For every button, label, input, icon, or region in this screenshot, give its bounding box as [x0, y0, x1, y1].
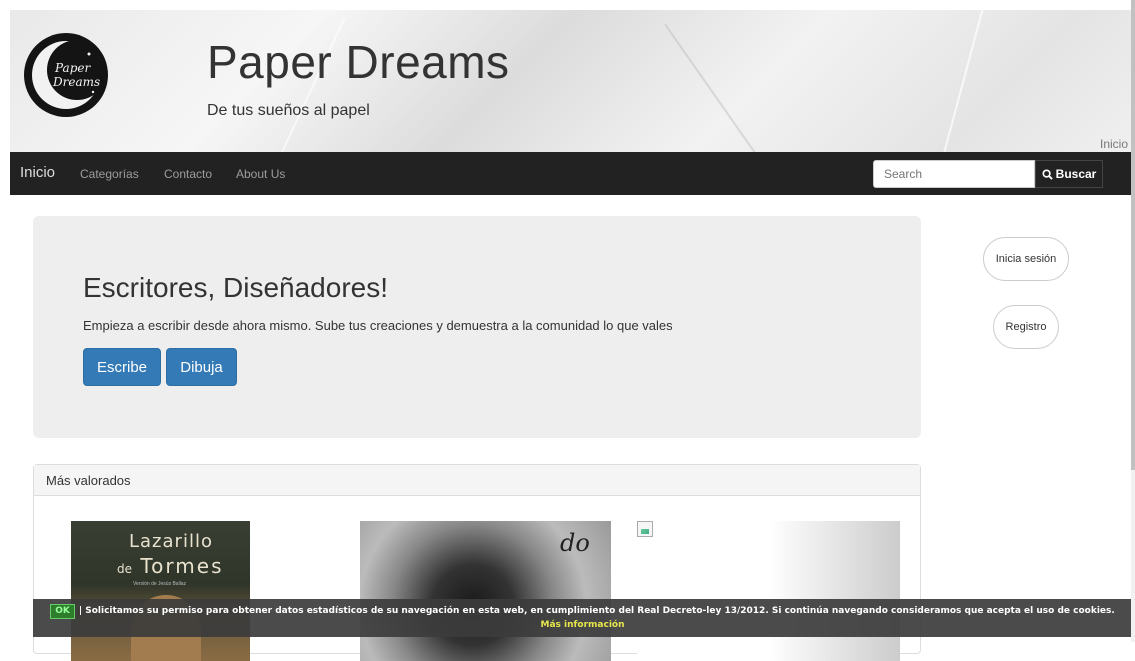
nav-link-categorias[interactable]: Categorías	[80, 167, 139, 181]
navbar: Inicio Categorías Contacto About Us Busc…	[10, 152, 1132, 195]
site-title: Paper Dreams	[207, 36, 510, 88]
book-cover-missing[interactable]	[637, 521, 900, 661]
book-cover-lazarillo[interactable]: Lazarillo de Tormes Versión de Jesús Bal…	[71, 521, 250, 661]
scrollbar-thumb[interactable]	[1131, 0, 1135, 470]
cookie-more-info-link[interactable]: Más información	[540, 620, 624, 630]
draw-button[interactable]: Dibuja	[166, 348, 237, 386]
register-button[interactable]: Registro	[993, 305, 1059, 349]
book-title-line1: Lazarillo	[129, 531, 213, 552]
nav-brand-inicio[interactable]: Inicio	[20, 164, 55, 181]
login-button[interactable]: Inicia sesión	[983, 237, 1069, 281]
paper-crease	[936, 10, 986, 152]
search-button-label: Buscar	[1055, 167, 1097, 181]
jumbotron-heading: Escritores, Diseñadores!	[83, 272, 389, 303]
site-header: Paper Dreams Paper Dreams De tus sueños …	[10, 10, 1132, 152]
jumbotron-text: Empieza a escribir desde ahora mismo. Su…	[83, 318, 673, 333]
page-scrollbar[interactable]	[1131, 0, 1135, 642]
paper-crease	[664, 23, 758, 152]
book-subtitle: Versión de Jesús Ballaz	[133, 581, 187, 587]
svg-text:Paper: Paper	[54, 61, 91, 75]
book-cover-graffiti[interactable]: do	[360, 521, 611, 661]
cookie-ok-button[interactable]: OK	[50, 604, 75, 619]
write-button[interactable]: Escribe	[83, 348, 161, 386]
jumbotron: Escritores, Diseñadores! Empieza a escri…	[33, 216, 921, 438]
site-logo[interactable]: Paper Dreams	[23, 32, 109, 118]
search-button[interactable]: Buscar	[1035, 160, 1103, 188]
svg-text:Dreams: Dreams	[52, 75, 100, 89]
nav-link-about-us[interactable]: About Us	[236, 167, 285, 181]
cookie-banner: OK | Solicitamos su permiso para obtener …	[33, 599, 1132, 637]
site-tagline: De tus sueños al papel	[207, 102, 370, 119]
search-icon	[1042, 168, 1053, 180]
search-input[interactable]	[873, 160, 1035, 188]
book-title-line2: de Tormes	[117, 554, 224, 578]
broken-image-icon	[637, 521, 653, 537]
breadcrumb[interactable]: Inicio	[1100, 137, 1128, 151]
nav-link-contacto[interactable]: Contacto	[164, 167, 212, 181]
panel-heading: Más valorados	[34, 465, 920, 496]
cookie-message: | Solicitamos su permiso para obtener da…	[78, 606, 1115, 616]
graffiti-text: do	[560, 529, 590, 557]
